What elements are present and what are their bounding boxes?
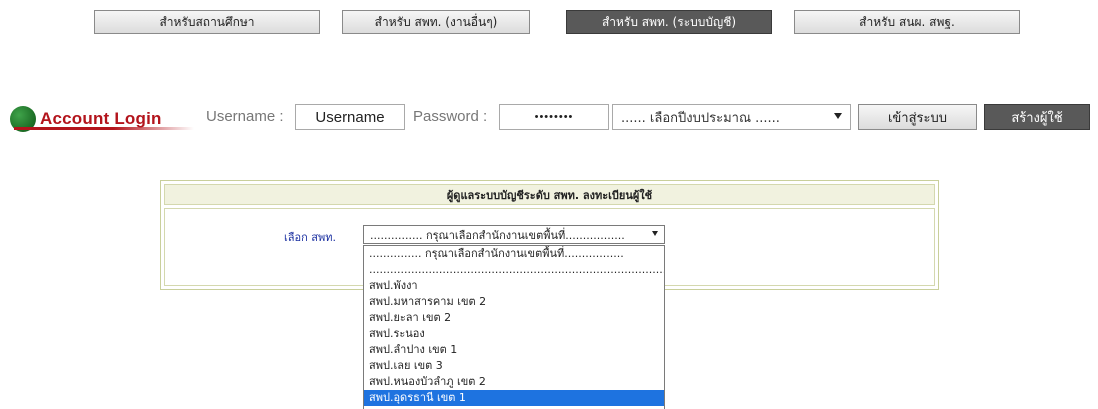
password-input[interactable]: •••••••• <box>499 104 609 130</box>
username-input[interactable]: Username <box>295 104 405 130</box>
fiscal-year-select-value: ...... เลือกปีงบประมาณ ...... <box>621 110 780 126</box>
office-select[interactable]: ............... กรุณาเลือกสำนักงานเขตพื้… <box>363 225 665 244</box>
dropdown-option[interactable]: สพป.มหาสารคาม เขต 2 <box>364 294 664 310</box>
dropdown-option-selected[interactable]: สพป.อุดรธานี เขต 1 <box>364 390 664 406</box>
login-button[interactable]: เข้าสู่ระบบ <box>858 104 977 130</box>
password-label: Password : <box>413 108 488 125</box>
dropdown-option[interactable]: สพป.ยะลา เขต 2 <box>364 310 664 326</box>
dropdown-option[interactable]: สพป.หนองบัวลำภู เขต 2 <box>364 374 664 390</box>
tab-school[interactable]: สำหรับสถานศึกษา <box>94 10 320 34</box>
panel-header: ผู้ดูแลระบบบัญชีระดับ สพท. ลงทะเบียนผู้ใ… <box>164 184 935 205</box>
login-title-underline <box>14 127 194 130</box>
tab-esa-accounting[interactable]: สำหรับ สพท. (ระบบบัญชี) <box>566 10 772 34</box>
dropdown-option[interactable]: สพป.พังงา <box>364 278 664 294</box>
chevron-down-icon <box>834 113 842 119</box>
chevron-down-icon <box>652 231 658 236</box>
dropdown-option[interactable]: สพป.เลย เขต 3 <box>364 358 664 374</box>
dropdown-option[interactable]: ........................................… <box>364 262 664 278</box>
login-title: Account Login <box>40 109 162 128</box>
fiscal-year-select[interactable]: ...... เลือกปีงบประมาณ ...... <box>612 104 851 130</box>
username-label: Username : <box>206 108 284 125</box>
dropdown-option[interactable]: สพป.ลำปาง เขต 1 <box>364 342 664 358</box>
office-dropdown-list[interactable]: ............... กรุณาเลือกสำนักงานเขตพื้… <box>363 245 665 409</box>
office-select-value: ............... กรุณาเลือกสำนักงานเขตพื้… <box>370 228 625 242</box>
create-user-button[interactable]: สร้างผู้ใช้ <box>984 104 1090 130</box>
dropdown-option[interactable]: สพป.ระนอง <box>364 326 664 342</box>
office-select-label: เลือก สพท. <box>284 231 336 244</box>
tab-esa-other[interactable]: สำหรับ สพท. (งานอื่นๆ) <box>342 10 530 34</box>
page: สำหรับสถานศึกษา สำหรับ สพท. (งานอื่นๆ) ส… <box>0 0 1098 409</box>
dropdown-option[interactable]: ............... กรุณาเลือกสำนักงานเขตพื้… <box>364 246 664 262</box>
tab-obec-planning[interactable]: สำหรับ สนผ. สพฐ. <box>794 10 1020 34</box>
